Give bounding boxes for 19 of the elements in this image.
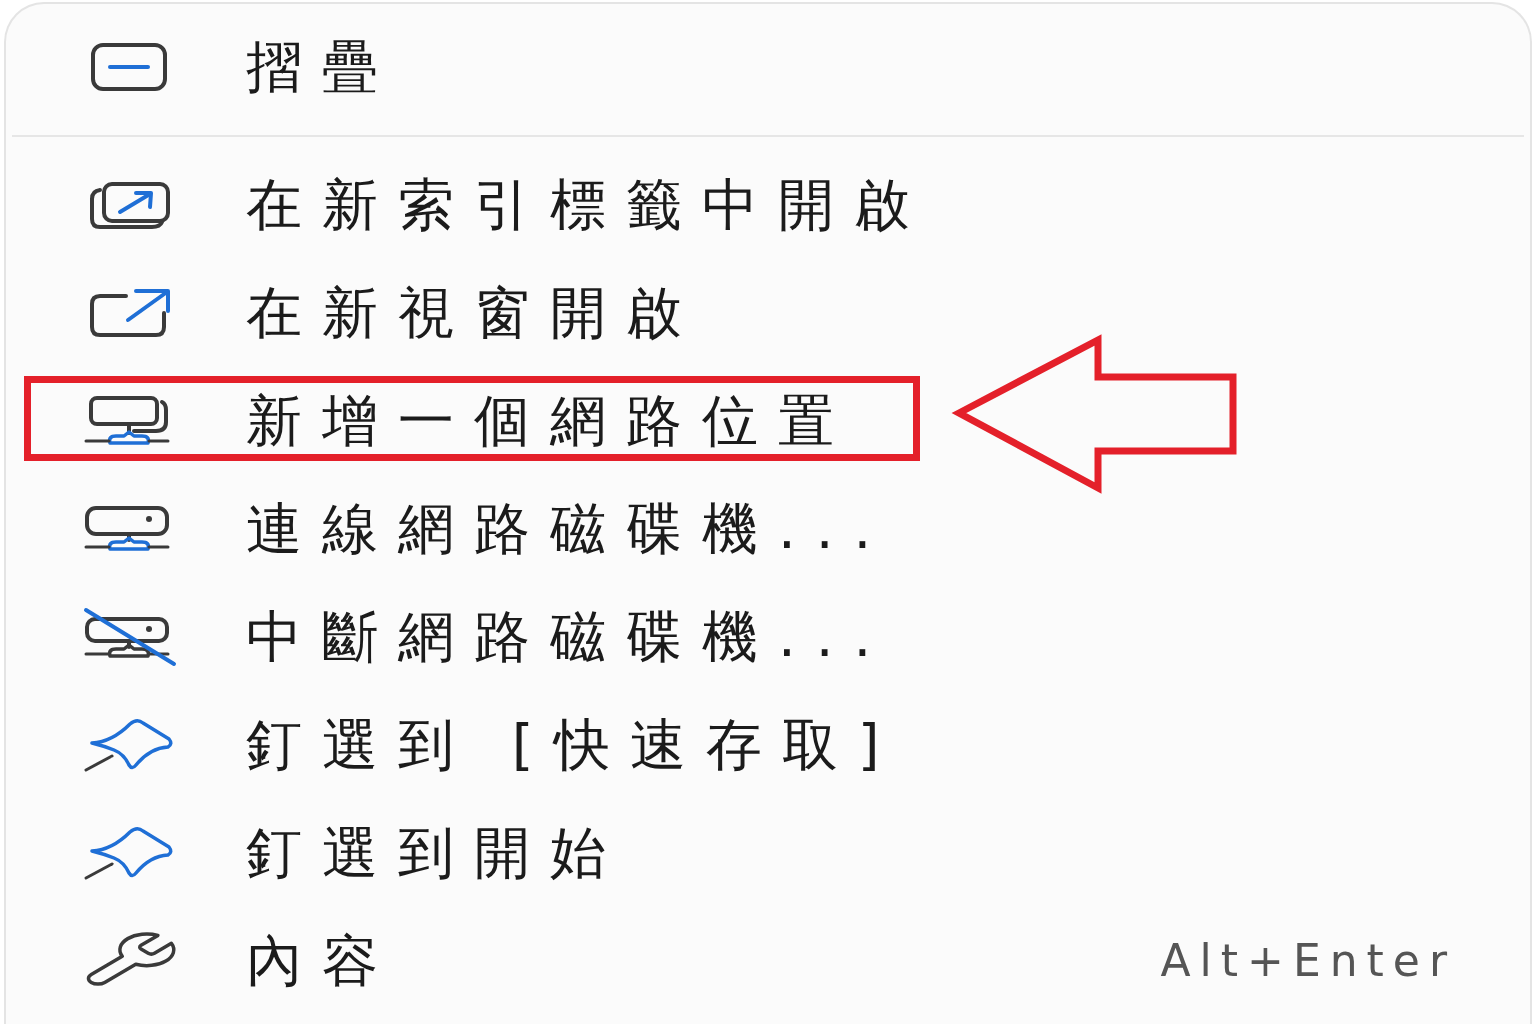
pushpin-icon xyxy=(84,718,174,772)
network-drive-crossed-icon xyxy=(84,608,176,666)
minus-box-icon xyxy=(91,43,167,91)
menu-item[interactable]: 摺疊 xyxy=(6,13,1530,121)
menu-item[interactable]: 釘選到開始 xyxy=(6,799,1530,907)
menu-item[interactable]: 連線網路磁碟機... xyxy=(6,475,1530,583)
monitor-network-icon xyxy=(84,396,170,446)
stacked-windows-arrow-icon xyxy=(90,181,170,229)
menu-item[interactable]: 釘選到 [快速存取] xyxy=(6,691,1530,799)
keyboard-shortcut: Alt+Enter xyxy=(1160,939,1456,983)
menu-item[interactable]: 新增一個網路位置 xyxy=(6,367,1530,475)
wrench-icon xyxy=(84,934,176,988)
network-drive-icon xyxy=(84,506,170,552)
menu-item[interactable]: 在新索引標籤中開啟 xyxy=(6,151,1530,259)
external-link-icon xyxy=(90,289,170,337)
menu-item[interactable]: 在新視窗開啟 xyxy=(6,259,1530,367)
menu-item[interactable]: 中斷網路磁碟機... xyxy=(6,583,1530,691)
pushpin-icon xyxy=(84,826,174,880)
menu-item[interactable]: 內容 Alt+Enter xyxy=(6,907,1530,1015)
